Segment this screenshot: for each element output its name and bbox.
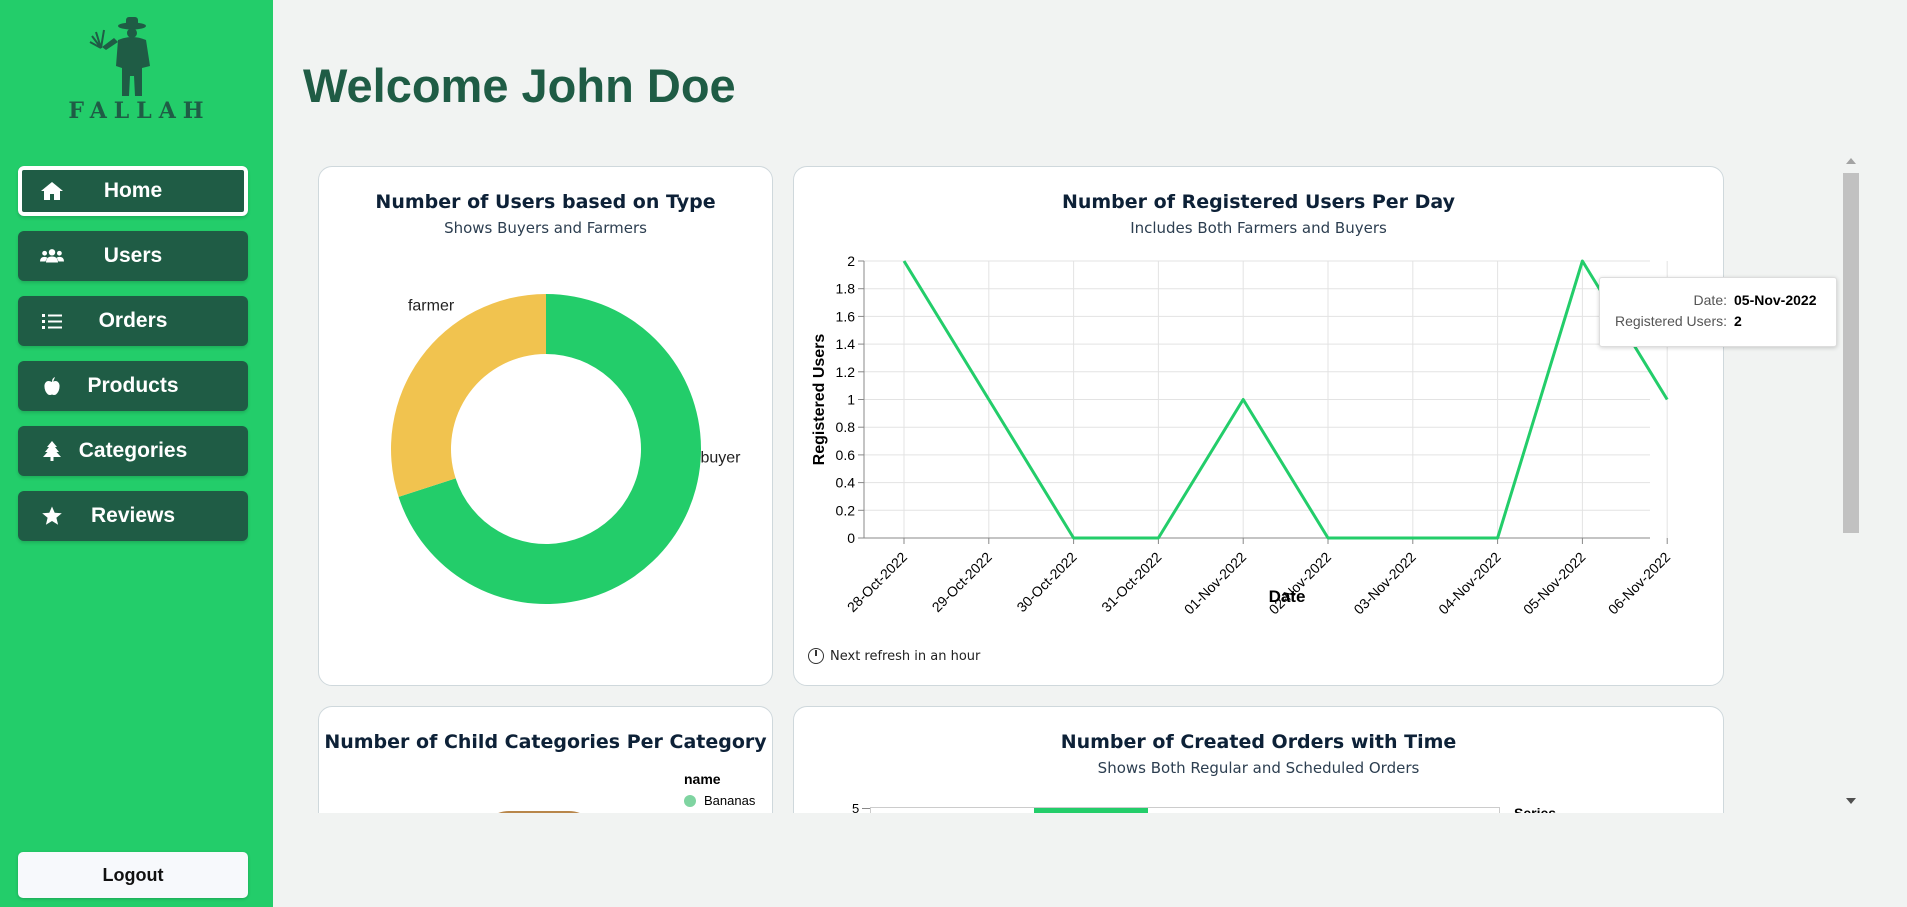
y-tick: [862, 808, 870, 809]
vertical-scrollbar[interactable]: [1842, 156, 1860, 808]
legend-swatch: [684, 794, 696, 807]
y-tick-label: 0: [847, 530, 855, 546]
tooltip-date-label: Date:: [1693, 292, 1727, 308]
orders-bar: [1034, 808, 1148, 813]
panel-title: Number of Users based on Type: [375, 191, 716, 213]
donut-label-buyer: buyer: [700, 450, 741, 467]
donut-label-farmer: farmer: [408, 297, 455, 314]
y-tick-label: 1: [847, 392, 855, 408]
logout-button[interactable]: Logout: [18, 852, 248, 898]
y-tick-label: 0.2: [836, 502, 856, 518]
tree-icon: [40, 441, 64, 461]
panel-title: Number of Child Categories Per Category: [324, 731, 767, 753]
sidebar-item-categories[interactable]: Categories: [18, 426, 248, 476]
sidebar-item-users[interactable]: Users: [18, 231, 248, 281]
y-tick-label: 1.4: [836, 336, 856, 352]
star-icon: [40, 506, 64, 526]
list-icon: [40, 311, 64, 331]
x-tick-label: 03-Nov-2022: [1350, 549, 1419, 618]
y-tick-label: 0.8: [836, 419, 856, 435]
users-type-panel: Number of Users based on Type Shows Buye…: [318, 166, 773, 686]
logo-text: FALLAH: [68, 98, 211, 124]
x-tick-label: 31-Oct-2022: [1098, 549, 1164, 615]
tooltip-users-value: 2: [1734, 313, 1742, 329]
tooltip-users-label: Registered Users:: [1614, 313, 1727, 329]
x-tick-label: 06-Nov-2022: [1605, 549, 1674, 618]
x-tick-label: 05-Nov-2022: [1520, 549, 1589, 618]
y-tick-label: 1.8: [836, 281, 856, 297]
pie-chart-top-edge: [479, 811, 599, 813]
scrollbar-thumb[interactable]: [1843, 173, 1859, 533]
scroll-down-arrow[interactable]: [1846, 798, 1856, 804]
panel-title: Number of Created Orders with Time: [1060, 731, 1457, 753]
x-tick-label: 01-Nov-2022: [1181, 549, 1250, 618]
x-axis-label: Date: [1269, 587, 1306, 606]
y-tick-label: 0.4: [836, 475, 856, 491]
sidebar: FALLAH Home Users Orders Products Catego…: [0, 0, 273, 907]
x-tick-label: 28-Oct-2022: [844, 549, 910, 615]
y-tick-label: 2: [847, 253, 855, 269]
x-tick-label: 04-Nov-2022: [1435, 549, 1504, 618]
scroll-up-arrow[interactable]: [1846, 158, 1856, 164]
home-icon: [40, 181, 64, 201]
y-tick-label: 0.6: [836, 447, 856, 463]
y-tick-label: 1.6: [836, 308, 856, 324]
panel-subtitle: Includes Both Farmers and Buyers: [1130, 219, 1387, 237]
x-tick-label: 02-Nov-2022: [1266, 549, 1335, 618]
panel-title: Number of Registered Users Per Day: [1061, 191, 1456, 213]
legend-item: Bananas: [684, 793, 755, 808]
child-categories-panel: Number of Child Categories Per Category …: [318, 706, 773, 813]
farmer-logo-icon: [89, 17, 150, 96]
tooltip-date-value: 05-Nov-2022: [1734, 292, 1817, 308]
x-tick-label: 29-Oct-2022: [929, 549, 995, 615]
legend-title: Series: [1514, 805, 1557, 813]
y-tick-label: 1.2: [836, 364, 856, 380]
registered-users-line-chart: 0 0.2 0.4 0.6 0.8 1 1.2 1.4 1.6 1.8 2 28-Oct-2022 29…: [811, 253, 1674, 618]
sidebar-item-reviews[interactable]: Reviews: [18, 491, 248, 541]
panel-subtitle: Shows Both Regular and Scheduled Orders: [1097, 759, 1420, 777]
dashboard-scroll-area[interactable]: Number of Users based on Type Shows Buye…: [300, 150, 1860, 813]
refresh-indicator: Next refresh in an hour: [808, 648, 980, 664]
orders-time-panel: Number of Created Orders with Time Shows…: [793, 706, 1724, 813]
panel-subtitle: Shows Buyers and Farmers: [444, 219, 647, 237]
legend-label: Bananas: [704, 793, 756, 808]
clock-icon: [808, 648, 824, 664]
sidebar-item-products[interactable]: Products: [18, 361, 248, 411]
y-tick-label: 5: [852, 801, 860, 813]
y-axis-label: Registered Users: [811, 334, 828, 466]
apple-icon: [40, 376, 64, 396]
donut-slice-farmer: [391, 294, 546, 497]
registered-users-panel: Number of Registered Users Per Day Inclu…: [793, 166, 1724, 686]
sidebar-item-orders[interactable]: Orders: [18, 296, 248, 346]
refresh-text: Next refresh in an hour: [830, 648, 981, 664]
legend-title: name: [684, 771, 721, 787]
users-icon: [40, 246, 64, 266]
page-title: Welcome John Doe: [303, 59, 736, 112]
users-type-donut-chart: buyer farmer: [391, 294, 741, 604]
orders-plot-area: [870, 807, 1500, 813]
sidebar-item-home[interactable]: Home: [18, 166, 248, 216]
x-tick-label: 30-Oct-2022: [1013, 549, 1079, 615]
fallah-logo: FALLAH: [0, 14, 273, 126]
chart-tooltip: Date: 05-Nov-2022 Registered Users: 2: [1599, 277, 1837, 347]
